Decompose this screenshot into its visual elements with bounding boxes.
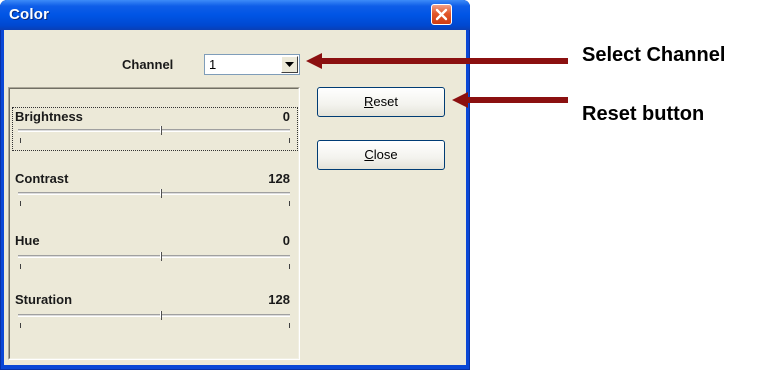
reset-button[interactable]: Reset	[317, 87, 445, 117]
saturation-tick-min	[20, 323, 21, 328]
saturation-value: 128	[268, 292, 290, 307]
contrast-label: Contrast	[15, 171, 69, 186]
reset-button-label: eset	[373, 94, 398, 109]
saturation-slider-thumb[interactable]	[160, 311, 162, 320]
hue-slider[interactable]	[18, 255, 290, 258]
title-bar[interactable]: Color	[0, 0, 470, 30]
brightness-tick-min	[20, 138, 21, 143]
contrast-tick-min	[20, 201, 21, 206]
hue-label: Hue	[15, 233, 40, 248]
dialog-client-area: Channel 1 Brightness 0 Contrast 128 Hue …	[4, 30, 466, 365]
dropdown-arrow-icon	[285, 62, 294, 67]
channel-select[interactable]: 1	[204, 54, 300, 75]
reset-button-mnemonic: R	[364, 94, 374, 109]
arrow-left-icon	[306, 53, 568, 69]
channel-select-value: 1	[209, 57, 217, 72]
brightness-slider-thumb[interactable]	[160, 126, 162, 135]
contrast-tick-max	[289, 201, 290, 206]
select-channel-annotation: Select Channel	[582, 44, 726, 66]
window-title: Color	[9, 6, 50, 23]
hue-tick-max	[289, 264, 290, 269]
adjustment-panel: Brightness 0 Contrast 128 Hue 0 Sturatio…	[8, 87, 300, 360]
brightness-label: Brightness	[15, 109, 83, 124]
saturation-tick-max	[289, 323, 290, 328]
saturation-slider[interactable]	[18, 314, 290, 317]
hue-slider-thumb[interactable]	[160, 252, 162, 261]
brightness-tick-max	[289, 138, 290, 143]
hue-tick-min	[20, 264, 21, 269]
close-button-label: lose	[373, 147, 398, 162]
reset-button-annotation: Reset button	[582, 103, 705, 125]
hue-value: 0	[282, 233, 290, 248]
contrast-value: 128	[268, 171, 290, 186]
channel-label: Channel	[122, 57, 174, 72]
contrast-slider[interactable]	[18, 192, 290, 195]
close-icon	[435, 8, 448, 21]
close-button-mnemonic: C	[364, 147, 374, 162]
brightness-value: 0	[282, 109, 290, 124]
saturation-label: Sturation	[15, 292, 73, 307]
close-window-button[interactable]	[431, 4, 452, 25]
arrow-left-icon	[452, 92, 568, 108]
brightness-slider[interactable]	[18, 129, 290, 132]
contrast-slider-thumb[interactable]	[160, 189, 162, 198]
channel-dropdown-button[interactable]	[281, 56, 298, 73]
close-button[interactable]: Close	[317, 140, 445, 170]
